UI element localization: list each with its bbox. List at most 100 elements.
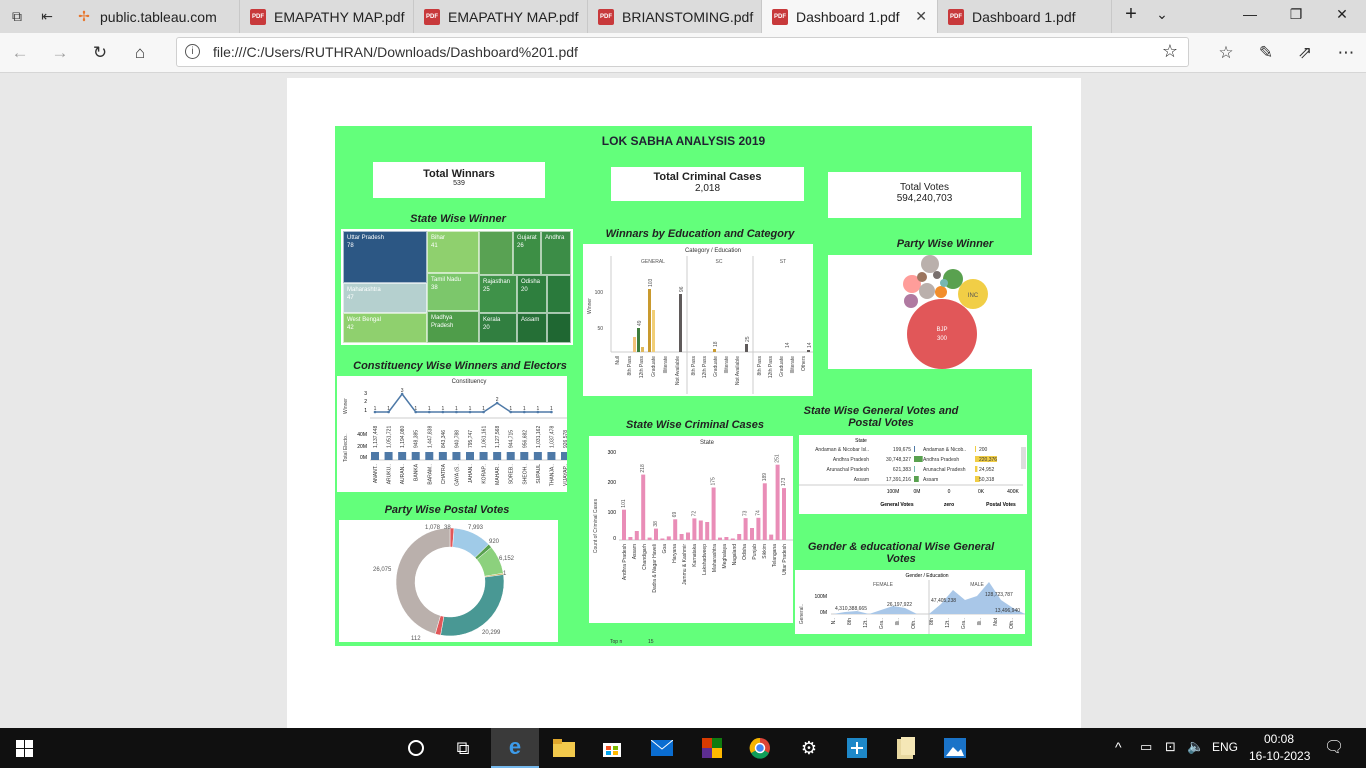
treemap-cell[interactable]: [479, 231, 513, 275]
clock-date[interactable]: 16-10-2023: [1249, 749, 1310, 763]
top-n-value[interactable]: 15: [648, 639, 654, 645]
postal-bar[interactable]: [975, 466, 978, 472]
bubble[interactable]: [935, 286, 947, 298]
treemap-cell[interactable]: Tamil Nadu 38: [427, 273, 479, 311]
tab-dashboard-active[interactable]: PDF Dashboard 1.pdf ✕: [762, 0, 938, 33]
minimize-icon[interactable]: —: [1240, 6, 1260, 22]
file-app-icon[interactable]: [894, 736, 918, 760]
home-icon[interactable]: ⌂: [129, 42, 151, 64]
network-icon[interactable]: ⊡: [1165, 739, 1176, 755]
search-circle-icon[interactable]: [404, 736, 428, 760]
bar[interactable]: [705, 522, 710, 540]
tab-actions-icon[interactable]: ⧉: [8, 7, 26, 25]
bar[interactable]: [730, 538, 735, 541]
bar[interactable]: [692, 518, 697, 540]
bar[interactable]: [648, 289, 651, 352]
info-icon[interactable]: i: [185, 44, 200, 59]
general-bar[interactable]: [914, 446, 915, 452]
volume-icon[interactable]: 🔈: [1187, 738, 1204, 755]
elector-bar[interactable]: [520, 452, 529, 460]
bubble[interactable]: [917, 272, 927, 282]
treemap-cell[interactable]: Maharashtra 47: [343, 283, 427, 313]
bar[interactable]: [698, 520, 703, 541]
bar[interactable]: [634, 531, 639, 540]
bar[interactable]: [737, 534, 742, 540]
close-window-icon[interactable]: ✕: [1332, 6, 1352, 23]
bar[interactable]: [622, 509, 626, 540]
bubble-bjp[interactable]: [907, 299, 977, 369]
elector-bar[interactable]: [493, 452, 502, 460]
treemap-cell[interactable]: Uttar Pradesh 78: [343, 231, 427, 283]
elector-bar[interactable]: [438, 452, 447, 460]
bar[interactable]: [745, 344, 748, 352]
bar[interactable]: [641, 474, 646, 540]
bar[interactable]: [652, 310, 655, 352]
bar[interactable]: [782, 488, 786, 540]
postal-bar[interactable]: [975, 446, 976, 452]
bar[interactable]: [660, 538, 665, 541]
elector-bar[interactable]: [479, 452, 488, 460]
snipping-tool-icon[interactable]: [845, 736, 869, 760]
bar[interactable]: [641, 347, 644, 352]
restore-icon[interactable]: ❐: [1286, 6, 1306, 23]
mail-icon[interactable]: [650, 736, 674, 760]
tab-emapathy-2[interactable]: PDF EMAPATHY MAP.pdf: [414, 0, 588, 33]
treemap-cell[interactable]: Rajasthan 25: [479, 275, 517, 313]
refresh-icon[interactable]: ↻: [89, 42, 111, 64]
treemap-cell[interactable]: Assam: [517, 313, 547, 343]
bar[interactable]: [673, 519, 678, 540]
bar[interactable]: [711, 487, 716, 541]
bubble[interactable]: [919, 283, 935, 299]
table-scrollbar[interactable]: [1021, 447, 1026, 469]
office-icon[interactable]: [700, 736, 724, 760]
bubble[interactable]: [904, 294, 918, 308]
pen-icon[interactable]: ✎: [1255, 42, 1277, 64]
elector-bar[interactable]: [398, 452, 407, 460]
bar[interactable]: [750, 528, 754, 540]
windows-start-icon[interactable]: [12, 736, 36, 760]
tab-list-chevron-icon[interactable]: ⌄: [1152, 6, 1172, 23]
forward-icon[interactable]: →: [49, 42, 71, 64]
file-explorer-icon[interactable]: [552, 736, 576, 760]
elector-bar[interactable]: [425, 452, 434, 460]
store-icon[interactable]: [600, 736, 624, 760]
new-tab-icon[interactable]: +: [1121, 3, 1141, 26]
bar[interactable]: [718, 537, 722, 540]
bar[interactable]: [762, 483, 767, 540]
favorite-star-icon[interactable]: ☆: [1162, 41, 1178, 62]
bar[interactable]: [743, 518, 748, 540]
general-bar[interactable]: [914, 466, 915, 472]
back-icon[interactable]: ←: [9, 42, 31, 64]
bar[interactable]: [775, 464, 780, 540]
treemap-cell[interactable]: West Bengal 42: [343, 313, 427, 343]
bar[interactable]: [628, 537, 633, 540]
battery-icon[interactable]: ▭: [1140, 739, 1152, 755]
bar[interactable]: [679, 294, 682, 352]
general-bar[interactable]: [914, 476, 919, 482]
elector-bar[interactable]: [547, 452, 556, 460]
favorites-icon[interactable]: ☆: [1215, 42, 1237, 64]
elector-bar[interactable]: [371, 452, 379, 460]
bar[interactable]: [666, 536, 671, 540]
bar[interactable]: [769, 534, 774, 540]
close-tab-icon[interactable]: ✕: [915, 8, 927, 25]
donut-slice[interactable]: [440, 574, 505, 637]
tab-brianstoming[interactable]: PDF BRIANSTOMING.pdf: [588, 0, 762, 33]
settings-gear-icon[interactable]: ⚙: [797, 736, 821, 760]
photos-icon[interactable]: [943, 736, 967, 760]
bar[interactable]: [633, 337, 636, 352]
clock-time[interactable]: 00:08: [1264, 732, 1294, 746]
elector-bar[interactable]: [384, 452, 393, 460]
treemap-cell[interactable]: Madhya Pradesh: [427, 311, 479, 343]
bar[interactable]: [724, 537, 729, 540]
treemap-cell[interactable]: Andhra: [541, 231, 571, 275]
treemap-cell[interactable]: Bihar 41: [427, 231, 479, 273]
more-menu-icon[interactable]: ⋯: [1335, 42, 1357, 64]
tab-tableau[interactable]: ✢ public.tableau.com: [66, 0, 240, 33]
treemap-cell[interactable]: Kerala 20: [479, 313, 517, 343]
share-icon[interactable]: ⇗: [1294, 42, 1316, 64]
vertical-tabs-icon[interactable]: ⇤: [38, 7, 56, 25]
elector-bar[interactable]: [506, 452, 515, 460]
bar[interactable]: [647, 537, 652, 540]
bar[interactable]: [686, 532, 690, 541]
